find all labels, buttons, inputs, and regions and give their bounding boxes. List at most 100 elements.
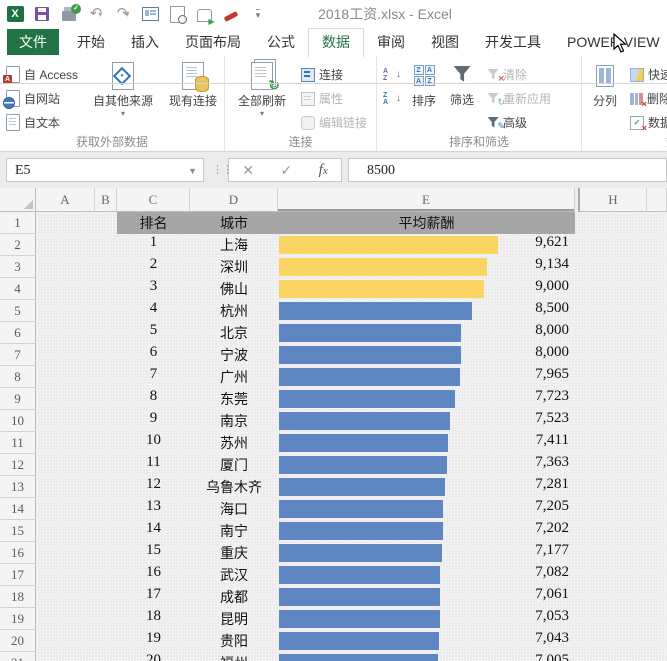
data-validation-button[interactable]: ✓ 数据验证 (628, 112, 667, 133)
cell-D13[interactable]: 乌鲁木齐 (190, 476, 278, 498)
row-header-12[interactable]: 12 (0, 454, 36, 476)
row-header-9[interactable]: 9 (0, 388, 36, 410)
cell-D6[interactable]: 北京 (190, 322, 278, 344)
refresh-all-button[interactable]: ↻ 全部刷新 ▾ (233, 59, 291, 117)
cell-C20[interactable]: 19 (117, 630, 190, 652)
cell-E5[interactable]: 8,500 (469, 300, 569, 322)
column-header-D[interactable]: D (190, 188, 278, 212)
cell-D4[interactable]: 佛山 (190, 278, 278, 300)
cell-E21[interactable]: 7,005 (469, 652, 569, 661)
cell-C5[interactable]: 4 (117, 300, 190, 322)
sort-descending-button[interactable]: ZA↓ (381, 91, 403, 107)
name-box[interactable]: E5 ▼ (6, 158, 204, 182)
row-header-16[interactable]: 16 (0, 542, 36, 564)
cell-D10[interactable]: 南京 (190, 410, 278, 432)
cell-C8[interactable]: 7 (117, 366, 190, 388)
cell-C14[interactable]: 13 (117, 498, 190, 520)
print-preview-icon[interactable] (168, 5, 186, 23)
cell-E16[interactable]: 7,177 (469, 542, 569, 564)
tab-数据[interactable]: 数据 (308, 28, 364, 57)
connections-button[interactable]: 连接 (299, 64, 369, 85)
row-header-3[interactable]: 3 (0, 256, 36, 278)
row-header-15[interactable]: 15 (0, 520, 36, 542)
cell-C15[interactable]: 14 (117, 520, 190, 542)
cell-E14[interactable]: 7,205 (469, 498, 569, 520)
tab-公式[interactable]: 公式 (254, 28, 308, 56)
cell-E13[interactable]: 7,281 (469, 476, 569, 498)
cancel-icon[interactable]: ✕ (242, 162, 254, 179)
name-box-dropdown-icon[interactable]: ▼ (188, 159, 197, 183)
cell-D17[interactable]: 武汉 (190, 564, 278, 586)
cell-E20[interactable]: 7,043 (469, 630, 569, 652)
row-header-6[interactable]: 6 (0, 322, 36, 344)
cell-D3[interactable]: 深圳 (190, 256, 278, 278)
clear-filter-button[interactable]: × 清除 (485, 64, 553, 85)
tab-POWER VIEW[interactable]: POWER VIEW (554, 28, 667, 56)
column-header-E[interactable]: E (278, 188, 575, 212)
column-header-C[interactable]: C (117, 188, 190, 212)
row-header-18[interactable]: 18 (0, 586, 36, 608)
sort-button[interactable]: ZAAZ 排序 (407, 59, 441, 109)
from-text-button[interactable]: 自文本 (4, 112, 80, 133)
tab-页面布局[interactable]: 页面布局 (172, 28, 254, 56)
cell-C16[interactable]: 15 (117, 542, 190, 564)
touch-mode-icon[interactable] (195, 5, 213, 23)
sort-ascending-button[interactable]: AZ↓ (381, 67, 403, 83)
cell-C9[interactable]: 8 (117, 388, 190, 410)
cell-D7[interactable]: 宁波 (190, 344, 278, 366)
quick-print-icon[interactable]: ✓ (60, 5, 78, 23)
row-header-10[interactable]: 10 (0, 410, 36, 432)
cell-D8[interactable]: 广州 (190, 366, 278, 388)
row-header-13[interactable]: 13 (0, 476, 36, 498)
cell-E15[interactable]: 7,202 (469, 520, 569, 542)
tab-插入[interactable]: 插入 (118, 28, 172, 56)
row-header-1[interactable]: 1 (0, 212, 36, 234)
cell-C7[interactable]: 6 (117, 344, 190, 366)
cell-D15[interactable]: 南宁 (190, 520, 278, 542)
row-header-11[interactable]: 11 (0, 432, 36, 454)
row-header-8[interactable]: 8 (0, 366, 36, 388)
cell-E19[interactable]: 7,053 (469, 608, 569, 630)
column-header-H[interactable]: H (578, 188, 647, 212)
cell-D12[interactable]: 厦门 (190, 454, 278, 476)
select-all-corner[interactable] (0, 188, 36, 212)
edit-links-button[interactable]: 编辑链接 (299, 112, 369, 133)
cell-D19[interactable]: 昆明 (190, 608, 278, 630)
save-icon[interactable] (33, 5, 51, 23)
remove-duplicates-button[interactable]: 删除重复项 (628, 88, 667, 109)
cell-C13[interactable]: 12 (117, 476, 190, 498)
cell-E18[interactable]: 7,061 (469, 586, 569, 608)
column-header-A[interactable]: A (36, 188, 95, 212)
cell-E9[interactable]: 7,723 (469, 388, 569, 410)
row-header-21[interactable]: 21 (0, 652, 36, 661)
cell-C4[interactable]: 3 (117, 278, 190, 300)
cell-E1[interactable]: 平均薪酬 (278, 212, 575, 234)
redo-icon[interactable]: ↷▾ (114, 5, 132, 23)
cell-D2[interactable]: 上海 (190, 234, 278, 256)
tab-开始[interactable]: 开始 (64, 28, 118, 56)
from-web-button[interactable]: 自网站 (4, 88, 80, 109)
undo-icon[interactable]: ↶▾ (87, 5, 105, 23)
cell-C1[interactable]: 排名 (117, 212, 190, 234)
formula-input[interactable]: 8500 (348, 158, 667, 182)
cell-D9[interactable]: 东莞 (190, 388, 278, 410)
row-header-17[interactable]: 17 (0, 564, 36, 586)
column-header-partial[interactable] (647, 188, 667, 212)
row-header-14[interactable]: 14 (0, 498, 36, 520)
cell-D16[interactable]: 重庆 (190, 542, 278, 564)
cell-E10[interactable]: 7,523 (469, 410, 569, 432)
enter-icon[interactable]: ✓ (280, 162, 292, 179)
text-to-columns-button[interactable]: 分列 (588, 59, 622, 109)
tab-审阅[interactable]: 审阅 (364, 28, 418, 56)
excel-logo-icon[interactable]: X (6, 5, 24, 23)
row-header-5[interactable]: 5 (0, 300, 36, 322)
highlighter-icon[interactable] (222, 5, 240, 23)
from-other-sources-button[interactable]: 自其他来源 ▾ (88, 59, 158, 117)
tab-视图[interactable]: 视图 (418, 28, 472, 56)
cell-C11[interactable]: 10 (117, 432, 190, 454)
properties-button[interactable]: 属性 (299, 88, 369, 109)
column-header-B[interactable]: B (95, 188, 117, 212)
cell-D14[interactable]: 海口 (190, 498, 278, 520)
cell-E2[interactable]: 9,621 (469, 234, 569, 256)
row-header-19[interactable]: 19 (0, 608, 36, 630)
